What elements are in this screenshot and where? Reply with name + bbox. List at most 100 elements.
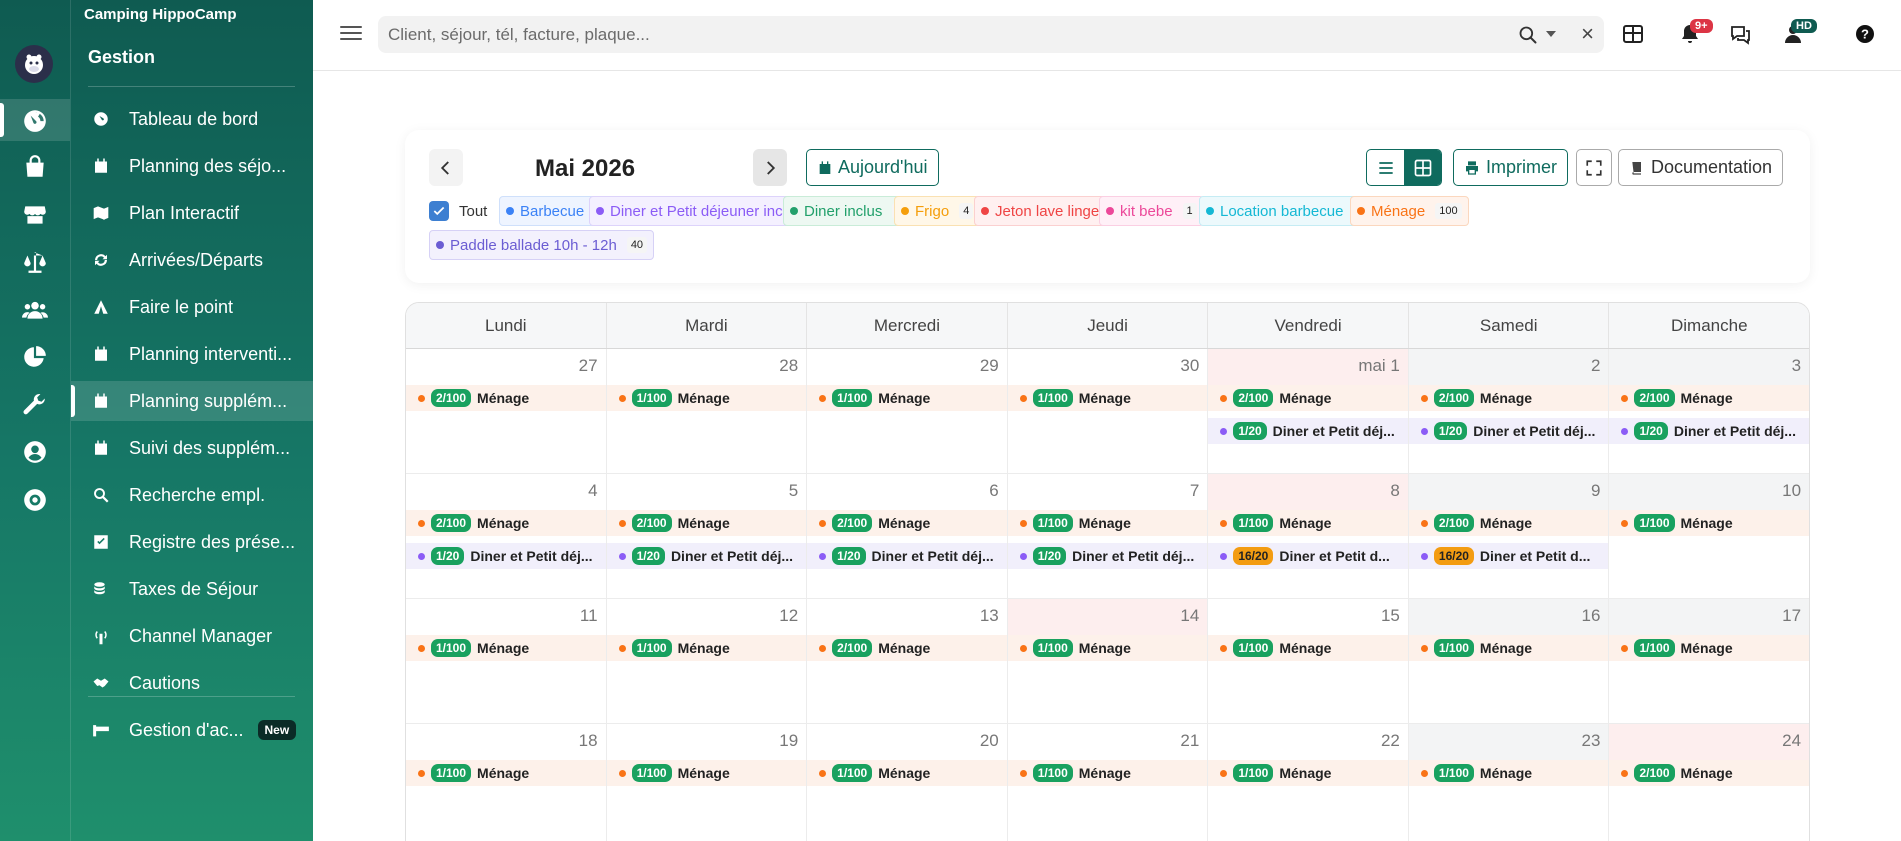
event-menage[interactable]: 1/100 Ménage xyxy=(606,760,807,786)
event-menage[interactable]: 1/100 Ménage xyxy=(1007,385,1208,411)
event-menage[interactable]: 1/100 Ménage xyxy=(807,385,1007,411)
day-cell[interactable]: 27 2/100 Ménage xyxy=(406,349,607,473)
event-menage[interactable]: 1/100 Ménage xyxy=(1609,510,1809,536)
dashboard-icon[interactable] xyxy=(0,99,70,141)
event-menage[interactable]: 1/100 Ménage xyxy=(606,385,807,411)
event-diner[interactable]: 16/20 Diner et Petit d... xyxy=(1208,543,1408,569)
sidebar-item-9[interactable]: Registre des prése... xyxy=(71,522,314,562)
event-diner[interactable]: 16/20 Diner et Petit d... xyxy=(1408,543,1609,569)
event-menage[interactable]: 1/100 Ménage xyxy=(406,760,606,786)
event-diner[interactable]: 1/20 Diner et Petit déj... xyxy=(1408,418,1609,444)
sidebar-item-6[interactable]: Planning supplém... xyxy=(71,381,314,421)
help-icon[interactable]: ? xyxy=(1853,22,1877,46)
day-cell[interactable]: 4 2/100 Ménage 1/20 Diner et Petit déj... xyxy=(406,474,607,598)
sidebar-item-5[interactable]: Planning interventi... xyxy=(71,334,314,374)
day-cell[interactable]: 3 2/100 Ménage 1/20 Diner et Petit déj... xyxy=(1609,349,1809,473)
sidebar-item-0[interactable]: Tableau de bord xyxy=(71,99,314,139)
day-cell[interactable]: 14 1/100 Ménage xyxy=(1007,599,1209,723)
event-menage[interactable]: 1/100 Ménage xyxy=(1208,510,1408,536)
day-cell[interactable]: 17 1/100 Ménage xyxy=(1609,599,1809,723)
day-cell[interactable]: 2 2/100 Ménage 1/20 Diner et Petit déj... xyxy=(1408,349,1610,473)
notifications-bell-icon[interactable]: 9+ xyxy=(1678,19,1713,46)
event-menage[interactable]: 2/100 Ménage xyxy=(1408,385,1609,411)
filter-chip[interactable]: kit bebe 1 xyxy=(1099,196,1204,226)
event-menage[interactable]: 1/100 Ménage xyxy=(406,635,606,661)
user-circle-icon[interactable] xyxy=(0,431,70,473)
day-cell[interactable]: 22 1/100 Ménage xyxy=(1208,724,1409,841)
event-menage[interactable]: 1/100 Ménage xyxy=(1007,760,1208,786)
next-month-button[interactable] xyxy=(753,149,787,186)
day-cell[interactable]: 13 2/100 Ménage xyxy=(807,599,1008,723)
pie-chart-icon[interactable] xyxy=(0,336,70,378)
search-dropdown-caret-icon[interactable] xyxy=(1546,31,1556,37)
sidebar-item-1[interactable]: Planning des séjo... xyxy=(71,146,314,186)
event-menage[interactable]: 1/100 Ménage xyxy=(1007,635,1208,661)
day-cell[interactable]: 10 1/100 Ménage xyxy=(1609,474,1809,598)
day-cell[interactable]: mai 1 2/100 Ménage 1/20 Diner et Petit déj..… xyxy=(1208,349,1409,473)
filter-chip[interactable]: Frigo 4 xyxy=(894,196,981,226)
previous-month-button[interactable] xyxy=(429,149,463,186)
sidebar-item-13[interactable]: Gestion d'ac... New xyxy=(71,710,314,750)
event-menage[interactable]: 2/100 Ménage xyxy=(606,510,807,536)
day-cell[interactable]: 8 1/100 Ménage 16/20 Diner et Petit d... xyxy=(1208,474,1409,598)
event-diner[interactable]: 1/20 Diner et Petit déj... xyxy=(406,543,606,569)
day-cell[interactable]: 11 1/100 Ménage xyxy=(406,599,607,723)
today-button[interactable]: Aujourd'hui xyxy=(806,149,939,186)
search-input[interactable] xyxy=(388,16,1488,53)
list-view-button[interactable] xyxy=(1367,150,1404,185)
day-cell[interactable]: 28 1/100 Ménage xyxy=(606,349,808,473)
day-cell[interactable]: 5 2/100 Ménage 1/20 Diner et Petit déj... xyxy=(606,474,808,598)
event-menage[interactable]: 2/100 Ménage xyxy=(1609,385,1809,411)
event-menage[interactable]: 2/100 Ménage xyxy=(406,385,606,411)
sidebar-item-8[interactable]: Recherche empl. xyxy=(71,475,314,515)
event-menage[interactable]: 2/100 Ménage xyxy=(406,510,606,536)
day-cell[interactable]: 15 1/100 Ménage xyxy=(1208,599,1409,723)
event-menage[interactable]: 1/100 Ménage xyxy=(807,760,1007,786)
search-icon[interactable] xyxy=(1518,25,1538,45)
event-menage[interactable]: 1/100 Ménage xyxy=(1408,760,1609,786)
event-diner[interactable]: 1/20 Diner et Petit déj... xyxy=(606,543,807,569)
day-cell[interactable]: 16 1/100 Ménage xyxy=(1408,599,1610,723)
hippo-logo-icon[interactable] xyxy=(15,45,53,83)
scale-icon[interactable] xyxy=(0,241,70,283)
event-menage[interactable]: 1/100 Ménage xyxy=(1208,635,1408,661)
sidebar-item-11[interactable]: Channel Manager xyxy=(71,616,314,656)
event-menage[interactable]: 2/100 Ménage xyxy=(1208,385,1408,411)
event-menage[interactable]: 1/100 Ménage xyxy=(1208,760,1408,786)
filter-chip[interactable]: Paddle ballade 10h - 12h 40 xyxy=(429,230,655,260)
day-cell[interactable]: 29 1/100 Ménage xyxy=(807,349,1008,473)
event-menage[interactable]: 2/100 Ménage xyxy=(807,635,1007,661)
sidebar-item-7[interactable]: Suivi des supplém... xyxy=(71,428,314,468)
sidebar-item-3[interactable]: Arrivées/Départs xyxy=(71,240,314,280)
event-diner[interactable]: 1/20 Diner et Petit déj... xyxy=(807,543,1007,569)
event-diner[interactable]: 1/20 Diner et Petit déj... xyxy=(1609,418,1809,444)
event-menage[interactable]: 1/100 Ménage xyxy=(1408,635,1609,661)
fullscreen-button[interactable] xyxy=(1576,149,1612,186)
lifebuoy-icon[interactable] xyxy=(0,479,70,521)
day-cell[interactable]: 6 2/100 Ménage 1/20 Diner et Petit déj... xyxy=(807,474,1008,598)
wrench-icon[interactable] xyxy=(0,384,70,426)
users-icon[interactable] xyxy=(0,289,70,331)
sidebar-item-2[interactable]: Plan Interactif xyxy=(71,193,314,233)
event-menage[interactable]: 1/100 Ménage xyxy=(606,635,807,661)
user-account-icon[interactable]: HD xyxy=(1781,19,1817,46)
clear-search-icon[interactable]: × xyxy=(1581,22,1594,46)
documentation-button[interactable]: Documentation xyxy=(1618,149,1784,186)
event-menage[interactable]: 1/100 Ménage xyxy=(1609,635,1809,661)
event-menage[interactable]: 1/100 Ménage xyxy=(1007,510,1208,536)
store-icon[interactable] xyxy=(0,194,70,236)
sidebar-item-12[interactable]: Cautions xyxy=(71,663,314,703)
hamburger-menu-icon[interactable] xyxy=(340,22,362,44)
day-cell[interactable]: 7 1/100 Ménage 1/20 Diner et Petit déj... xyxy=(1007,474,1209,598)
checkbox-checked-icon[interactable] xyxy=(429,201,449,221)
event-menage[interactable]: 2/100 Ménage xyxy=(1408,510,1609,536)
filter-chip[interactable]: Ménage 100 xyxy=(1350,196,1469,226)
grid-view-button[interactable] xyxy=(1404,150,1441,185)
event-menage[interactable]: 2/100 Ménage xyxy=(807,510,1007,536)
day-cell[interactable]: 12 1/100 Ménage xyxy=(606,599,808,723)
day-cell[interactable]: 21 1/100 Ménage xyxy=(1007,724,1209,841)
grid-icon[interactable] xyxy=(1621,22,1645,46)
day-cell[interactable]: 9 2/100 Ménage 16/20 Diner et Petit d... xyxy=(1408,474,1610,598)
chat-icon[interactable] xyxy=(1728,22,1752,46)
day-cell[interactable]: 20 1/100 Ménage xyxy=(807,724,1008,841)
